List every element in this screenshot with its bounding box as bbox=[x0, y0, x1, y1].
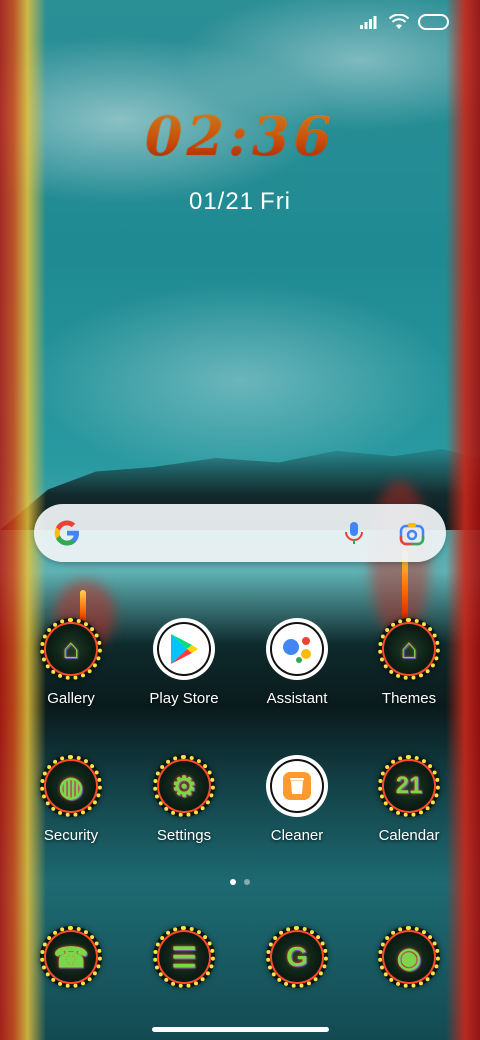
app-label: Calendar bbox=[378, 827, 440, 844]
page-dot bbox=[244, 879, 250, 885]
app-label: Play Store bbox=[149, 690, 219, 707]
phone-icon: ☎ bbox=[40, 926, 102, 988]
play-triangle-icon bbox=[171, 634, 198, 664]
google-lens-icon[interactable] bbox=[398, 520, 426, 548]
app-label: Security bbox=[43, 827, 99, 844]
app-assistant[interactable]: Assistant bbox=[242, 618, 352, 707]
assistant-dots-icon bbox=[283, 637, 311, 663]
dock-camera[interactable]: ◉ bbox=[354, 926, 464, 988]
app-gallery[interactable]: ⌂ Gallery bbox=[16, 618, 126, 707]
gallery-icon: ⌂ bbox=[40, 618, 102, 680]
clock-time[interactable]: 02:36 bbox=[0, 104, 480, 168]
security-icon: ◍ bbox=[40, 755, 102, 817]
google-g-icon bbox=[54, 520, 79, 546]
app-label: Themes bbox=[381, 690, 437, 707]
dock-google[interactable]: G bbox=[242, 926, 352, 988]
app-settings[interactable]: ⚙ Settings bbox=[129, 755, 239, 844]
weekday-text: Fri bbox=[260, 188, 292, 215]
app-label: Gallery bbox=[47, 690, 95, 707]
trash-icon bbox=[283, 772, 311, 800]
app-label: Cleaner bbox=[270, 827, 324, 844]
clock-date[interactable]: 01/21 Fri bbox=[0, 188, 480, 216]
page-indicator bbox=[0, 879, 480, 885]
cellular-signal-icon bbox=[360, 16, 377, 29]
camera-icon: ◉ bbox=[378, 926, 440, 988]
app-label: Settings bbox=[156, 827, 212, 844]
app-calendar[interactable]: 21 Calendar bbox=[354, 755, 464, 844]
app-security[interactable]: ◍ Security bbox=[16, 755, 126, 844]
cleaner-icon bbox=[266, 755, 328, 817]
page-dot-active bbox=[230, 879, 236, 885]
app-themes[interactable]: ⌂ Themes bbox=[354, 618, 464, 707]
gesture-navigation-bar[interactable] bbox=[152, 1027, 329, 1032]
app-label: Assistant bbox=[266, 690, 328, 707]
date-text: 01/21 bbox=[188, 188, 255, 215]
calendar-icon: 21 bbox=[378, 755, 440, 817]
dock-phone[interactable]: ☎ bbox=[16, 926, 126, 988]
messages-icon: ☰ bbox=[153, 926, 215, 988]
play-store-icon bbox=[153, 618, 215, 680]
dock-messages[interactable]: ☰ bbox=[129, 926, 239, 988]
microphone-icon[interactable] bbox=[340, 519, 368, 547]
google-search-widget[interactable] bbox=[34, 504, 446, 562]
app-cleaner[interactable]: Cleaner bbox=[242, 755, 352, 844]
status-bar bbox=[360, 14, 450, 30]
app-play-store[interactable]: Play Store bbox=[129, 618, 239, 707]
battery-icon bbox=[418, 14, 449, 30]
themes-icon: ⌂ bbox=[378, 618, 440, 680]
settings-icon: ⚙ bbox=[153, 755, 215, 817]
wifi-icon bbox=[389, 14, 409, 29]
assistant-icon bbox=[266, 618, 328, 680]
google-icon: G bbox=[266, 926, 328, 988]
